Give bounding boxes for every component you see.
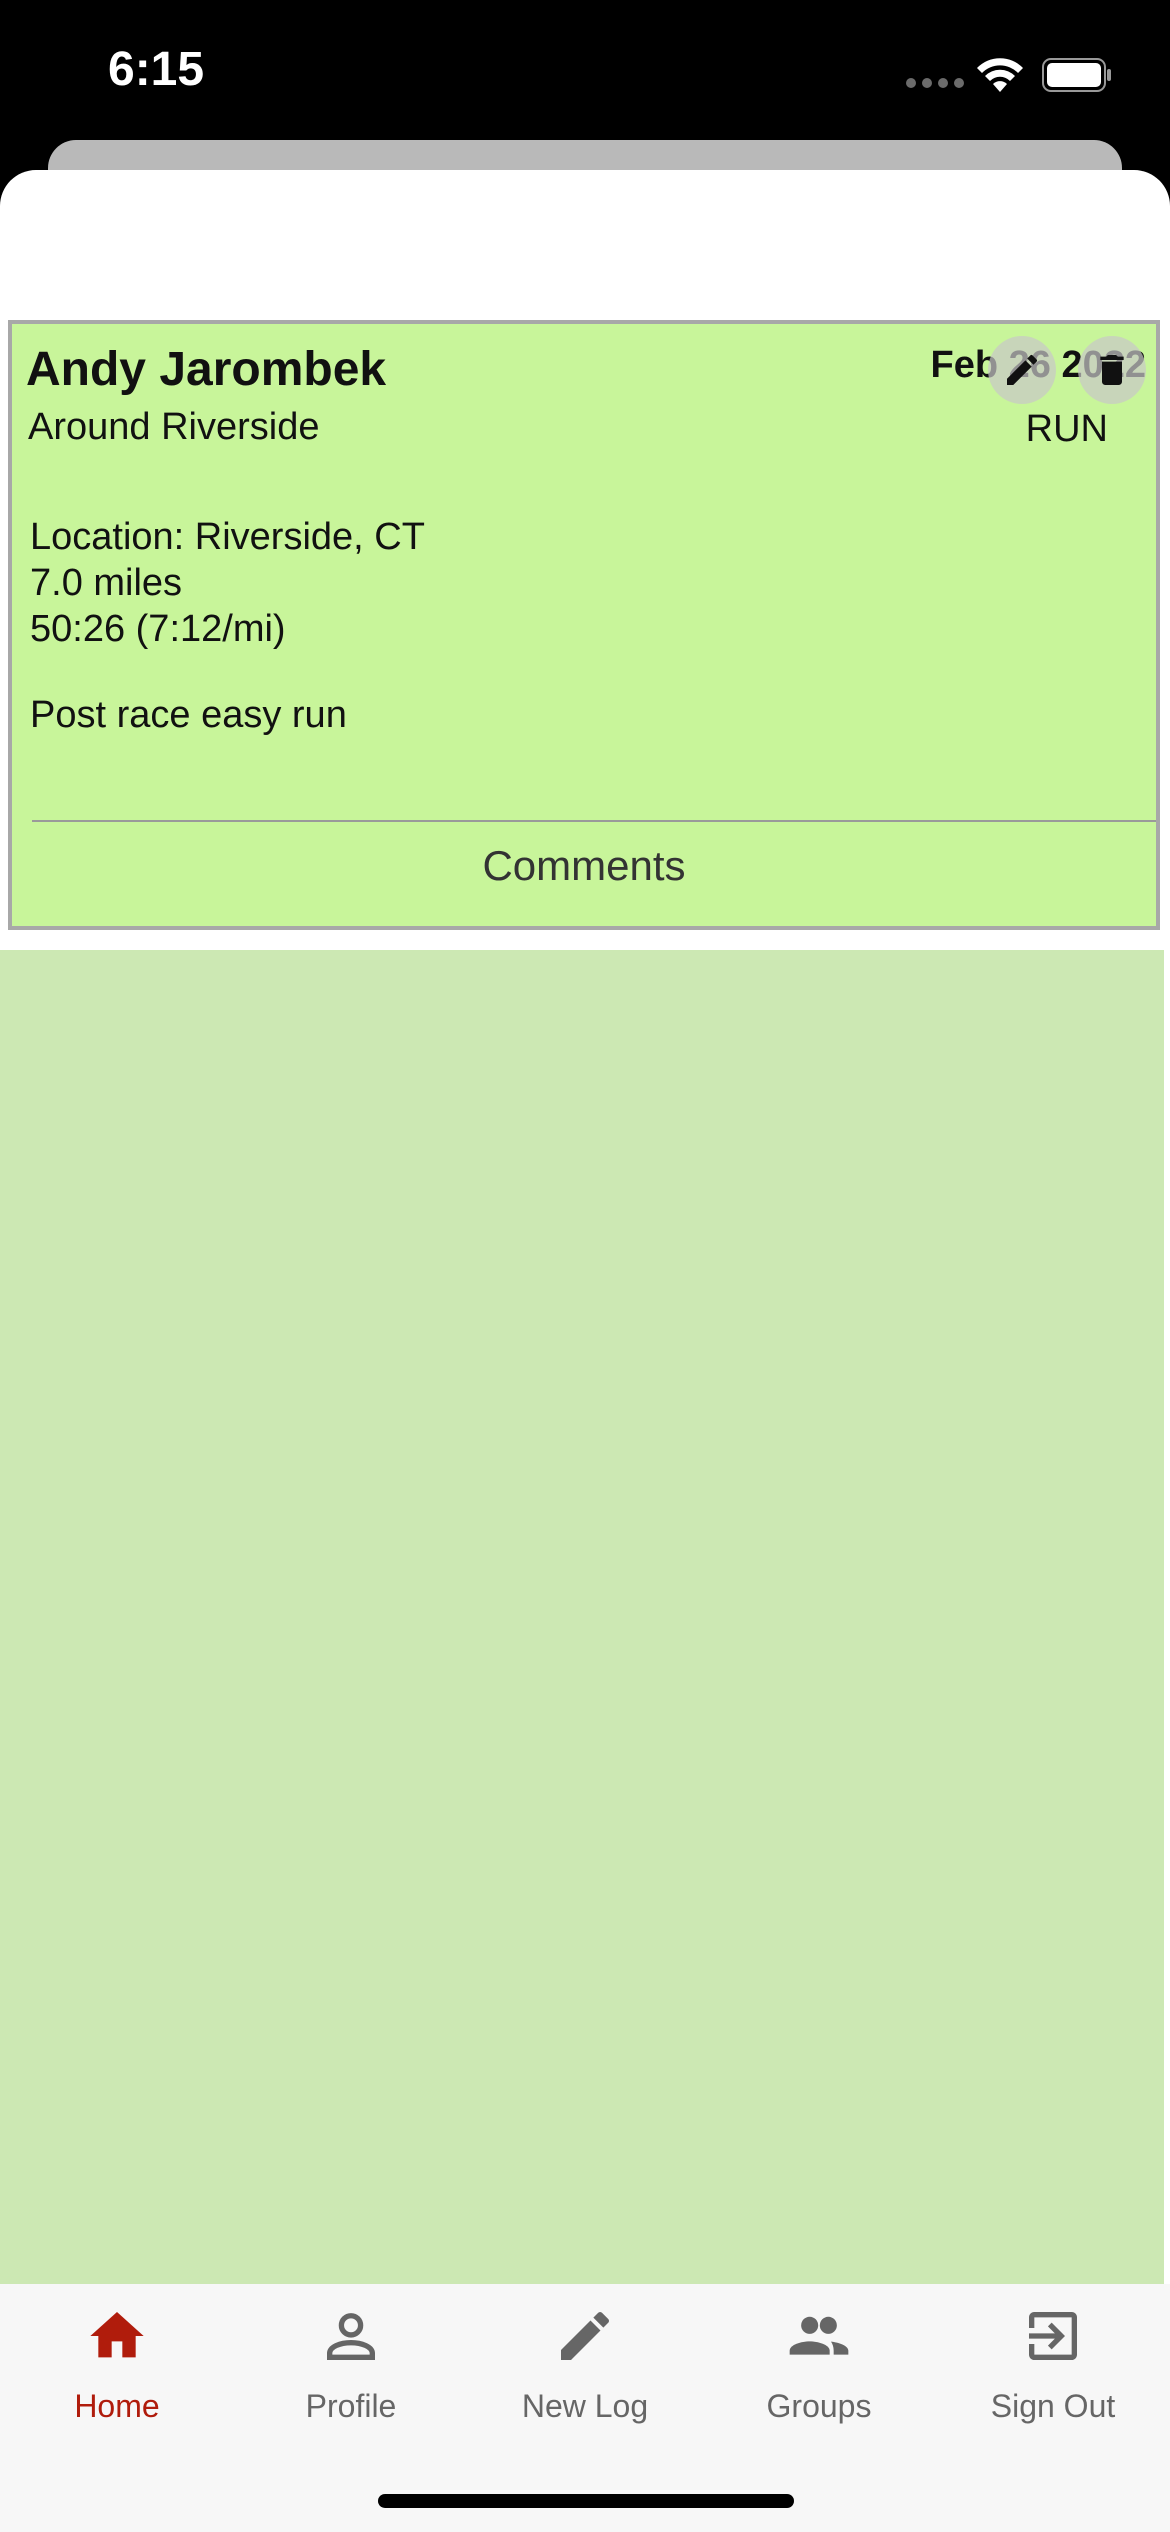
profile-icon bbox=[327, 2313, 375, 2360]
distance-text: 7.0 miles bbox=[30, 562, 183, 604]
tab-groups[interactable]: Groups bbox=[702, 2304, 936, 2425]
modal-sheet: Andy Jarombek Around Riverside Feb 26 20… bbox=[0, 170, 1170, 2532]
tab-groups-label: Groups bbox=[766, 2388, 872, 2424]
home-icon bbox=[90, 2312, 144, 2358]
status-time: 6:15 bbox=[108, 43, 205, 96]
tab-home[interactable]: Home bbox=[0, 2304, 234, 2425]
tab-profile-label: Profile bbox=[305, 2388, 397, 2424]
pencil-icon bbox=[561, 2311, 610, 2360]
log-type: RUN bbox=[1025, 408, 1108, 450]
divider bbox=[32, 820, 1156, 822]
log-notes: Post race easy run bbox=[30, 694, 347, 736]
battery-icon bbox=[1042, 58, 1111, 92]
feed-background bbox=[0, 950, 1164, 2290]
status-bar: 6:15 bbox=[0, 0, 1170, 150]
wifi-icon bbox=[977, 58, 1023, 92]
tab-sign-out[interactable]: Sign Out bbox=[936, 2304, 1170, 2425]
location-text: Location: Riverside, CT bbox=[30, 516, 425, 558]
tab-profile[interactable]: Profile bbox=[234, 2304, 468, 2425]
home-indicator bbox=[378, 2494, 794, 2508]
tab-new-log[interactable]: New Log bbox=[468, 2304, 702, 2425]
author-name[interactable]: Andy Jarombek bbox=[26, 342, 386, 397]
tab-home-label: Home bbox=[74, 2388, 160, 2424]
delete-button[interactable] bbox=[1078, 336, 1146, 404]
tab-new-log-label: New Log bbox=[521, 2388, 649, 2424]
log-details: Location: Riverside, CT 7.0 miles 50:26 … bbox=[30, 514, 425, 652]
pencil-icon bbox=[1007, 354, 1038, 385]
log-card: Andy Jarombek Around Riverside Feb 26 20… bbox=[8, 320, 1160, 930]
time-pace-text: 50:26 (7:12/mi) bbox=[30, 608, 286, 650]
edit-button[interactable] bbox=[988, 336, 1056, 404]
cellular-signal-icon bbox=[906, 78, 964, 88]
trash-icon bbox=[1100, 355, 1124, 385]
sign-out-icon bbox=[1029, 2312, 1077, 2360]
tab-sign-out-label: Sign Out bbox=[990, 2388, 1116, 2424]
comments-button[interactable]: Comments bbox=[12, 842, 1156, 890]
groups-icon bbox=[789, 2316, 849, 2355]
route-name: Around Riverside bbox=[28, 406, 320, 448]
